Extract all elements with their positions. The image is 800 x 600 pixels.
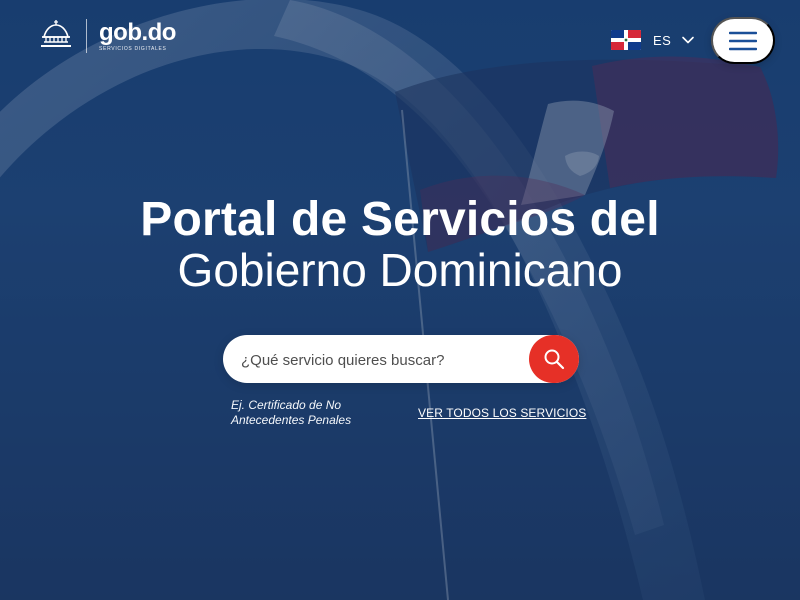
chevron-down-icon (682, 36, 695, 44)
view-all-services-link[interactable]: VER TODOS LOS SERVICIOS (418, 406, 586, 420)
service-search (223, 335, 579, 385)
brand-logo[interactable]: gob.do SERVICIOS DIGITALES (38, 18, 176, 54)
brand-text: gob.do SERVICIOS DIGITALES (99, 18, 176, 52)
hamburger-menu-icon (729, 31, 757, 50)
search-example-text: Ej. Certificado de No Antecedentes Penal… (231, 398, 352, 427)
service-search-input[interactable] (239, 335, 529, 385)
dominican-republic-flag-icon (611, 30, 641, 50)
selected-language: ES (653, 32, 672, 48)
hero-title-line-1: Portal de Servicios del (140, 193, 660, 246)
site-header: gob.do SERVICIOS DIGITALES ES (0, 0, 800, 84)
national-palace-icon (41, 20, 71, 47)
page: gob.do SERVICIOS DIGITALES ES Portal de … (0, 0, 800, 600)
brand-subtitle: SERVICIOS DIGITALES (99, 45, 167, 52)
logo-divider (86, 19, 87, 53)
language-selector[interactable]: ES (611, 30, 695, 50)
hero-title-line-2: Gobierno Dominicano (177, 244, 623, 296)
search-icon (544, 349, 565, 370)
background-illustration (0, 0, 779, 600)
menu-button[interactable] (711, 17, 775, 64)
background-overlay (0, 0, 800, 600)
search-button[interactable] (529, 335, 579, 383)
brand-name: gob.do (99, 18, 176, 46)
hero-section: Portal de Servicios del Gobierno Dominic… (0, 193, 800, 295)
